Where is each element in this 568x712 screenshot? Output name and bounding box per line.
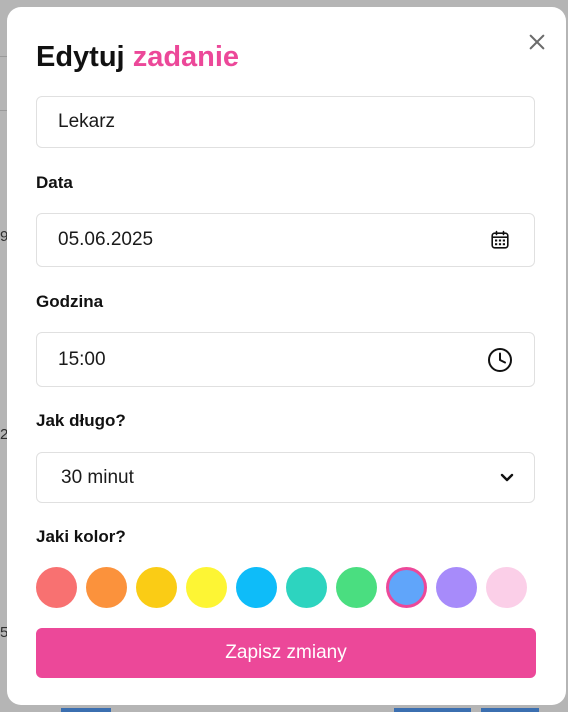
save-changes-button[interactable]: Zapisz zmiany	[36, 628, 536, 678]
clock-icon[interactable]	[487, 347, 513, 373]
color-swatch[interactable]	[186, 567, 227, 608]
close-icon[interactable]	[529, 34, 545, 50]
time-label: Godzina	[36, 292, 104, 311]
background-button	[394, 708, 471, 712]
date-value: 05.06.2025	[58, 229, 154, 250]
color-swatch[interactable]	[336, 567, 377, 608]
background-button	[481, 708, 539, 712]
task-name-input[interactable]: Lekarz	[36, 96, 535, 148]
color-swatch[interactable]	[286, 567, 327, 608]
color-swatch[interactable]	[436, 567, 477, 608]
chevron-down-icon	[494, 465, 520, 491]
duration-value: 30 minut	[61, 466, 134, 488]
date-input[interactable]: 05.06.2025	[36, 213, 535, 267]
color-picker	[36, 567, 527, 608]
color-swatch[interactable]	[236, 567, 277, 608]
date-label: Data	[36, 173, 73, 192]
color-label: Jaki kolor?	[36, 527, 126, 546]
time-input[interactable]: 15:00	[36, 332, 535, 387]
calendar-icon[interactable]	[487, 227, 513, 253]
task-name-value: Lekarz	[58, 111, 116, 132]
color-swatch[interactable]	[136, 567, 177, 608]
dialog-title: Edytuj zadanie	[36, 43, 239, 72]
duration-select[interactable]: 30 minut	[36, 452, 535, 503]
edit-task-dialog: Edytuj zadanie Lekarz Data 05.06.2025 Go…	[7, 7, 566, 705]
duration-label: Jak długo?	[36, 411, 126, 430]
background-button	[61, 708, 111, 712]
title-prefix: Edytuj	[36, 41, 125, 73]
color-swatch[interactable]	[36, 567, 77, 608]
time-value: 15:00	[58, 348, 106, 370]
color-swatch[interactable]	[486, 567, 527, 608]
title-accent: zadanie	[132, 41, 240, 73]
color-swatch[interactable]	[386, 567, 427, 608]
color-swatch[interactable]	[86, 567, 127, 608]
